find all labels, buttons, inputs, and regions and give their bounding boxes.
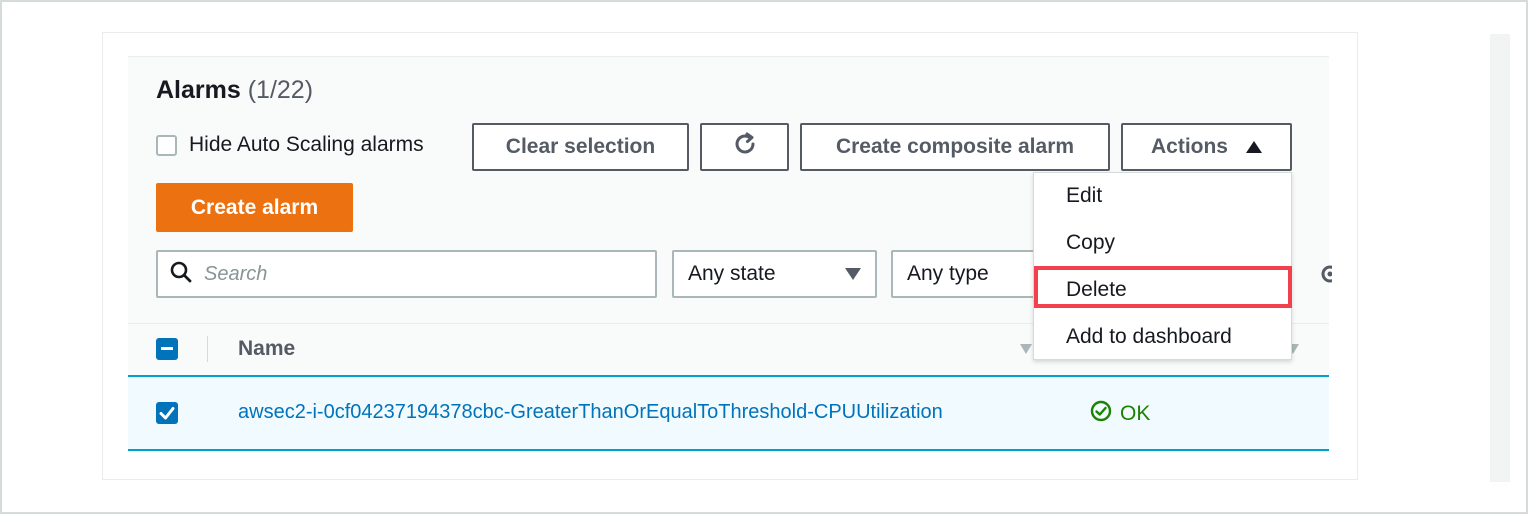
select-all-checkbox[interactable] [156, 338, 178, 360]
sort-icon[interactable] [1020, 344, 1032, 354]
alarm-count: (1/22) [247, 76, 314, 104]
clear-selection-label: Clear selection [505, 135, 656, 158]
alarm-state: OK [1090, 400, 1150, 428]
search-input[interactable]: Search [156, 250, 657, 298]
create-composite-alarm-button[interactable]: Create composite alarm [800, 123, 1110, 171]
actions-label: Actions [1150, 135, 1228, 158]
search-placeholder: Search [204, 262, 268, 285]
create-alarm-label: Create alarm [190, 195, 319, 219]
type-filter-value: Any type [907, 262, 989, 285]
title-text: Alarms [156, 76, 241, 104]
check-icon [159, 407, 175, 420]
actions-button[interactable]: Actions [1121, 123, 1292, 171]
create-alarm-button[interactable]: Create alarm [156, 183, 353, 232]
type-filter-select[interactable]: Any type [891, 250, 1051, 298]
state-filter-select[interactable]: Any state [672, 250, 877, 298]
scrollbar[interactable] [1490, 34, 1510, 482]
hide-autoscaling-label: Hide Auto Scaling alarms [189, 133, 424, 156]
menu-item-edit[interactable]: Edit [1066, 184, 1102, 208]
menu-item-copy[interactable]: Copy [1066, 231, 1115, 255]
row-checkbox[interactable] [156, 402, 178, 424]
page-title: Alarms (1/22) [156, 76, 313, 105]
delete-highlight-box [1034, 266, 1292, 308]
clear-selection-button[interactable]: Clear selection [472, 123, 689, 171]
caret-up-icon [1246, 141, 1262, 153]
create-composite-label: Create composite alarm [835, 135, 1075, 158]
state-filter-value: Any state [688, 262, 776, 285]
settings-gear-icon[interactable] [1318, 262, 1332, 286]
alarm-name-link[interactable]: awsec2-i-0cf04237194378cbc-GreaterThanOr… [238, 401, 943, 424]
refresh-button[interactable] [700, 123, 789, 171]
menu-item-add-to-dashboard[interactable]: Add to dashboard [1066, 325, 1232, 349]
column-divider [207, 336, 208, 362]
column-header-name[interactable]: Name [238, 337, 295, 361]
check-circle-icon [1090, 400, 1112, 428]
hide-autoscaling-toggle[interactable]: Hide Auto Scaling alarms [156, 133, 424, 157]
hide-autoscaling-checkbox[interactable] [156, 134, 177, 156]
refresh-icon [732, 131, 758, 163]
search-icon [170, 261, 192, 288]
chevron-down-icon [845, 268, 861, 280]
alarm-state-label: OK [1120, 402, 1151, 425]
